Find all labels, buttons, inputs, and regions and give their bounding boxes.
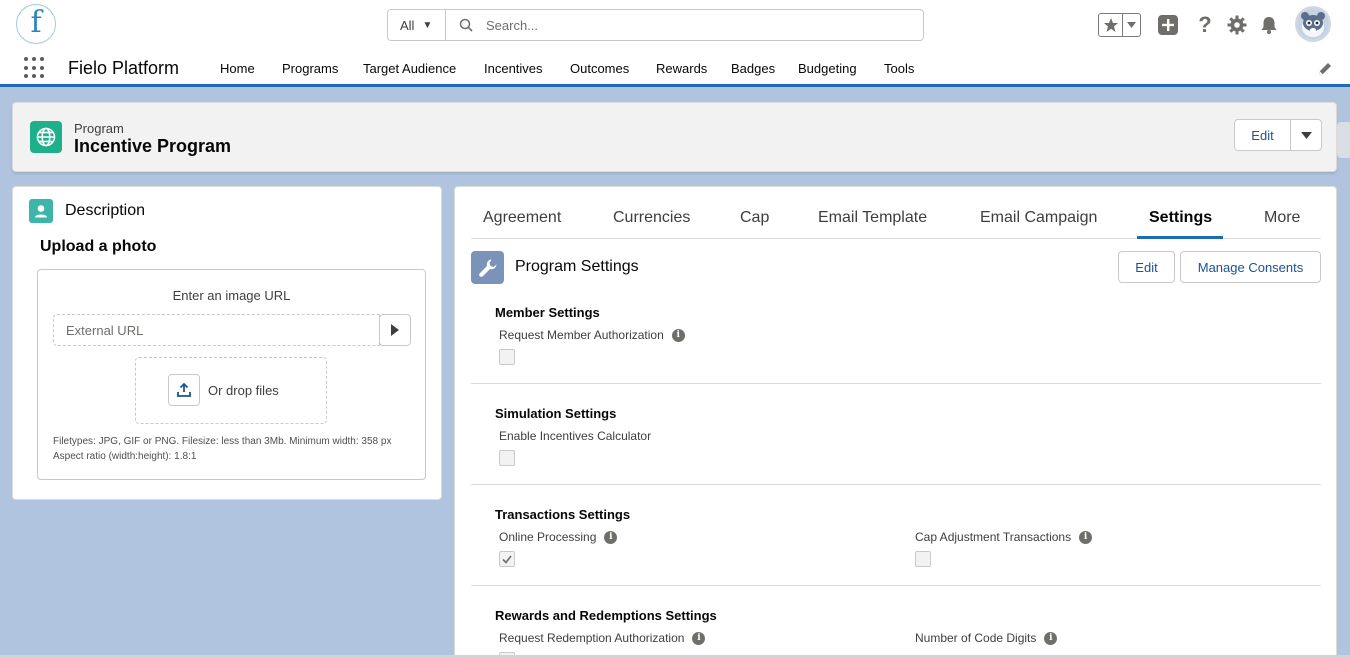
record-highlights-panel: Program Incentive Program Edit [12,102,1337,172]
search-icon [446,10,486,40]
nav-item-tools[interactable]: Tools [884,61,914,76]
record-actions-group: Edit [1234,119,1322,151]
section-divider [471,585,1321,586]
field-label: Request Redemption Authorization i [499,631,706,645]
search-scope-label: All [400,17,415,33]
tab-agreement[interactable]: Agreement [483,209,561,227]
record-type-label: Program [74,121,124,136]
tab-settings[interactable]: Settings [1149,209,1212,227]
app-launcher-grid-icon[interactable] [24,57,46,79]
app-name: Fielo Platform [68,58,180,78]
tab-cap[interactable]: Cap [740,209,769,227]
description-card-title: Description [65,202,146,219]
fielo-logo[interactable]: f [16,4,56,44]
field-label: Request Member Authorization i [499,328,685,342]
record-title: Incentive Program [74,136,232,156]
search-input[interactable] [486,10,923,40]
tab-email-campaign[interactable]: Email Campaign [980,209,1097,227]
section-title: Transactions Settings [495,507,631,522]
favorites-menu-caret-icon[interactable] [1123,14,1140,36]
file-hint-line-1: Filetypes: JPG, GIF or PNG. Filesize: le… [53,436,392,447]
caret-down-icon: ▼ [422,19,433,31]
file-requirements-hint: Filetypes: JPG, GIF or PNG. Filesize: le… [53,434,418,464]
field-label: Enable Incentives Calculator [499,429,651,443]
online-processing-checkbox[interactable] [499,551,515,567]
upload-icon[interactable] [168,374,200,406]
upload-photo-box: Enter an image URL Or drop files Filetyp… [37,269,426,480]
upload-photo-title: Upload a photo [40,238,157,255]
utility-panel-toggle[interactable] [1337,122,1350,158]
edit-nav-pencil-icon[interactable] [1317,61,1333,77]
info-icon[interactable]: i [671,328,685,342]
nav-item-rewards[interactable]: Rewards [656,61,707,76]
global-header: f All ▼ ? [0,0,1350,50]
notifications-bell-icon[interactable] [1257,13,1281,37]
info-icon[interactable]: i [1079,530,1093,544]
checkmark-icon [502,555,512,564]
enable-incentives-calculator-checkbox[interactable] [499,450,515,466]
tab-more[interactable]: More [1264,209,1300,227]
user-avatar[interactable] [1295,6,1331,42]
external-url-input[interactable] [53,314,380,346]
info-icon[interactable]: i [1044,631,1058,645]
logo-letter: f [30,5,42,40]
user-profile-icon [29,199,53,223]
nav-item-outcomes[interactable]: Outcomes [570,61,629,76]
record-tabs: Agreement Currencies Cap Email Template … [471,187,1321,239]
program-settings-title: Program Settings [515,258,639,275]
file-hint-line-2: Aspect ratio (width:height): 1.8:1 [53,451,197,462]
globe-icon [30,121,62,153]
info-icon[interactable]: i [604,530,618,544]
favorites-button-group [1098,13,1141,37]
field-label-text: Online Processing [499,530,597,544]
global-actions-plus-icon[interactable] [1156,13,1180,37]
enter-url-label: Enter an image URL [172,288,291,303]
field-label-text: Number of Code Digits [915,631,1037,645]
field-label-text: Request Member Authorization [499,328,664,342]
active-tab-indicator [1137,236,1223,239]
svg-text:?: ? [1198,14,1211,36]
drop-files-label: Or drop files [208,383,279,398]
section-divider [471,383,1321,384]
info-icon[interactable]: i [692,631,706,645]
field-label: Cap Adjustment Transactions i [915,530,1093,544]
record-actions-dropdown-icon[interactable] [1291,120,1321,150]
favorites-star-icon[interactable] [1099,14,1123,36]
field-label-text: Request Redemption Authorization [499,631,685,645]
nav-item-incentives[interactable]: Incentives [484,61,543,76]
section-title: Member Settings [495,305,600,320]
field-label: Online Processing i [499,530,618,544]
search-scope-dropdown[interactable]: All ▼ [388,10,446,40]
tab-currencies[interactable]: Currencies [613,209,690,227]
nav-item-badges[interactable]: Badges [731,61,775,76]
cap-adjustment-transactions-checkbox[interactable] [915,551,931,567]
field-label-text: Enable Incentives Calculator [499,429,652,443]
program-detail-card: Agreement Currencies Cap Email Template … [454,186,1337,658]
nav-item-target-audience[interactable]: Target Audience [363,61,456,76]
tab-email-template[interactable]: Email Template [818,209,927,227]
nav-item-budgeting[interactable]: Budgeting [798,61,857,76]
request-member-authorization-checkbox[interactable] [499,349,515,365]
field-label: Number of Code Digits i [915,631,1058,645]
global-search: All ▼ [387,9,924,41]
manage-consents-button[interactable]: Manage Consents [1180,251,1321,283]
file-drop-zone[interactable]: Or drop files [135,357,327,424]
app-navigation-bar: Fielo Platform Home Programs Target Audi… [0,50,1350,87]
wrench-icon [471,251,504,284]
record-edit-button[interactable]: Edit [1235,120,1291,150]
submit-url-play-icon[interactable] [379,314,411,346]
field-label-text: Cap Adjustment Transactions [915,530,1072,544]
nav-item-programs[interactable]: Programs [282,61,338,76]
settings-edit-button[interactable]: Edit [1118,251,1175,283]
description-card: Description Upload a photo Enter an imag… [12,186,442,500]
nav-item-home[interactable]: Home [220,61,255,76]
section-title: Rewards and Redemptions Settings [495,608,717,623]
section-title: Simulation Settings [495,406,617,421]
help-icon[interactable]: ? [1193,13,1217,37]
section-divider [471,484,1321,485]
setup-gear-icon[interactable] [1225,13,1249,37]
